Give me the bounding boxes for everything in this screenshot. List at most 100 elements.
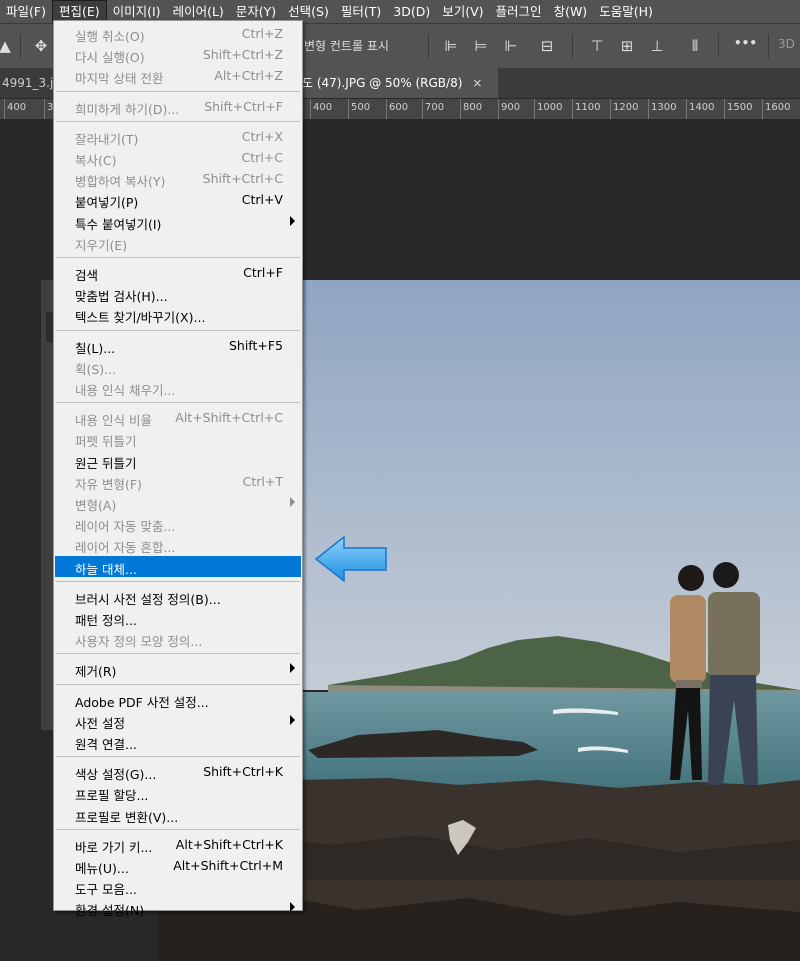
menu-item: 내용 인식 채우기... <box>55 377 301 398</box>
menu-item[interactable]: 붙여넣기(P) Ctrl+V <box>55 189 301 210</box>
align-vcenter-icon[interactable]: ⊞ <box>616 35 638 57</box>
align-top-icon[interactable]: ⊤ <box>586 35 608 57</box>
submenu-arrow-icon <box>290 714 295 725</box>
menu-separator <box>56 402 300 404</box>
menu-item-shortcut: Ctrl+X <box>241 128 283 144</box>
ruler-tick <box>4 99 5 119</box>
menu-separator <box>56 580 300 582</box>
menu-item: 레이어 자동 맞춤... <box>55 513 301 534</box>
menu-item-label: 프로필로 변환(V)... <box>75 809 179 825</box>
menu-item[interactable]: 텍스트 찾기/바꾸기(X)... <box>55 304 301 325</box>
menu-item-shortcut: Alt+Shift+Ctrl+C <box>175 410 283 426</box>
menu-item[interactable]: 패턴 정의... <box>55 607 301 628</box>
menu-item-label: 희미하게 하기(D)... <box>75 101 180 117</box>
menu-item-shortcut: Shift+Ctrl+K <box>203 764 283 780</box>
menu-8[interactable]: 3D(D) <box>387 0 436 23</box>
ruler-label: 400 <box>7 102 27 113</box>
menu-item-label: 사전 설정 <box>75 715 125 731</box>
menu-item-label: 환경 설정(N) <box>75 903 145 919</box>
menu-10[interactable]: 플러그인 <box>490 0 548 23</box>
annotation-arrow-icon <box>314 535 387 583</box>
menu-item: 마지막 상태 전환 Alt+Ctrl+Z <box>55 65 301 86</box>
submenu-arrow-icon <box>290 663 295 674</box>
menu-item-label: 지우기(E) <box>75 237 128 253</box>
align-bottom-icon[interactable]: ⊥ <box>646 35 668 57</box>
menu-item[interactable]: 도구 모음... <box>55 876 301 897</box>
menu-item[interactable]: 바로 가기 키... Alt+Shift+Ctrl+K <box>55 834 301 855</box>
menu-item: 변형(A) <box>55 492 301 513</box>
ruler-label: 500 <box>351 102 371 113</box>
ruler-label: 800 <box>463 102 483 113</box>
ruler-tick <box>572 99 573 119</box>
menu-separator <box>56 329 300 331</box>
menu-item-label: 메뉴(U)... <box>75 861 129 876</box>
menu-item[interactable]: 칠(L)... Shift+F5 <box>55 335 301 356</box>
menu-item-label: 프로필 할당... <box>75 788 149 804</box>
menu-item[interactable]: 제거(R) <box>55 658 301 679</box>
menu-item-label: 잘라내기(T) <box>75 131 139 147</box>
menu-separator <box>56 120 300 122</box>
ruler-tick <box>498 99 499 119</box>
menu-item-label: 제거(R) <box>75 664 117 680</box>
distribute-icon[interactable]: ⫴ <box>684 35 706 57</box>
menu-item[interactable]: 프로필로 변환(V)... <box>55 804 301 825</box>
menu-item[interactable]: 하늘 대체... <box>55 555 301 577</box>
menu-item-label: 패턴 정의... <box>75 613 137 628</box>
menu-item: 병합하여 복사(Y) Shift+Ctrl+C <box>55 168 301 189</box>
more-options-icon[interactable]: ••• <box>734 36 757 50</box>
ruler-label: 1500 <box>727 102 753 113</box>
menu-item-label: 획(S)... <box>75 361 117 377</box>
menu-item-label: 레이어 자동 맞춤... <box>75 519 176 535</box>
ruler-tick <box>724 99 725 119</box>
menu-11[interactable]: 창(W) <box>548 0 594 23</box>
menu-item[interactable]: 색상 설정(G)... Shift+Ctrl+K <box>55 761 301 782</box>
menu-item[interactable]: 환경 설정(N) <box>55 897 301 918</box>
menu-item-label: 특수 붙여넣기(I) <box>75 216 162 232</box>
menu-item[interactable]: 검색 Ctrl+F <box>55 262 301 283</box>
ruler-tick <box>610 99 611 119</box>
menu-item[interactable]: 브러시 사전 설정 정의(B)... <box>55 586 301 607</box>
menu-item-shortcut: Shift+Ctrl+F <box>204 98 283 114</box>
menu-item[interactable]: 특수 붙여넣기(I) <box>55 211 301 232</box>
tool-preset-icon[interactable]: ▲ <box>0 35 16 57</box>
menu-item[interactable]: 메뉴(U)... Alt+Shift+Ctrl+M <box>55 855 301 876</box>
menu-7[interactable]: 필터(T) <box>335 0 387 23</box>
menu-item[interactable]: 원근 뒤틀기 <box>55 450 301 471</box>
ruler-tick <box>44 99 45 119</box>
menu-separator <box>56 683 300 685</box>
align-right-icon[interactable]: ⊩ <box>500 35 522 57</box>
menu-item[interactable]: 프로필 할당... <box>55 782 301 803</box>
align-center-icon[interactable]: ⊨ <box>470 35 492 57</box>
menu-item-label: 복사(C) <box>75 153 117 168</box>
menu-item-shortcut: Alt+Shift+Ctrl+K <box>175 836 283 852</box>
ruler-tick <box>422 99 423 119</box>
menu-item-label: 맞춤법 검사(H)... <box>75 289 168 305</box>
menu-item: 획(S)... <box>55 356 301 377</box>
align-middle-icon[interactable]: ⊟ <box>536 35 558 57</box>
menu-9[interactable]: 보기(V) <box>436 0 489 23</box>
menu-item-label: 원격 연결... <box>75 737 137 752</box>
menu-1[interactable]: 파일(F) <box>0 0 52 23</box>
tab-label: 도 (47).JPG @ 50% (RGB/8) <box>302 76 463 90</box>
ruler-label: 1000 <box>537 102 563 113</box>
menu-item[interactable]: Adobe PDF 사전 설정... <box>55 689 301 710</box>
menu-item-label: 바로 가기 키... <box>75 839 153 855</box>
tab-document-active[interactable]: 도 (47).JPG @ 50% (RGB/8) × <box>300 68 498 98</box>
move-tool-icon[interactable]: ✥ <box>30 35 52 57</box>
menu-item-shortcut: Ctrl+V <box>241 192 283 208</box>
menu-item[interactable]: 원격 연결... <box>55 731 301 752</box>
ruler-label: 900 <box>501 102 521 113</box>
menu-item-label: 브러시 사전 설정 정의(B)... <box>75 591 221 607</box>
transform-controls-label[interactable]: 변형 컨트롤 표시 <box>304 37 389 54</box>
menu-separator <box>56 756 300 758</box>
close-icon[interactable]: × <box>472 76 482 90</box>
menu-item[interactable]: 사전 설정 <box>55 710 301 731</box>
align-left-icon[interactable]: ⊫ <box>440 35 462 57</box>
menu-item-label: 도구 모음... <box>75 882 137 898</box>
divider <box>718 34 719 58</box>
menu-item[interactable]: 맞춤법 검사(H)... <box>55 283 301 304</box>
menu-12[interactable]: 도움말(H) <box>593 0 659 23</box>
three-d-mode-label[interactable]: 3D <box>778 37 795 51</box>
ruler-label: 1300 <box>651 102 677 113</box>
ruler-label: 1600 <box>765 102 791 113</box>
